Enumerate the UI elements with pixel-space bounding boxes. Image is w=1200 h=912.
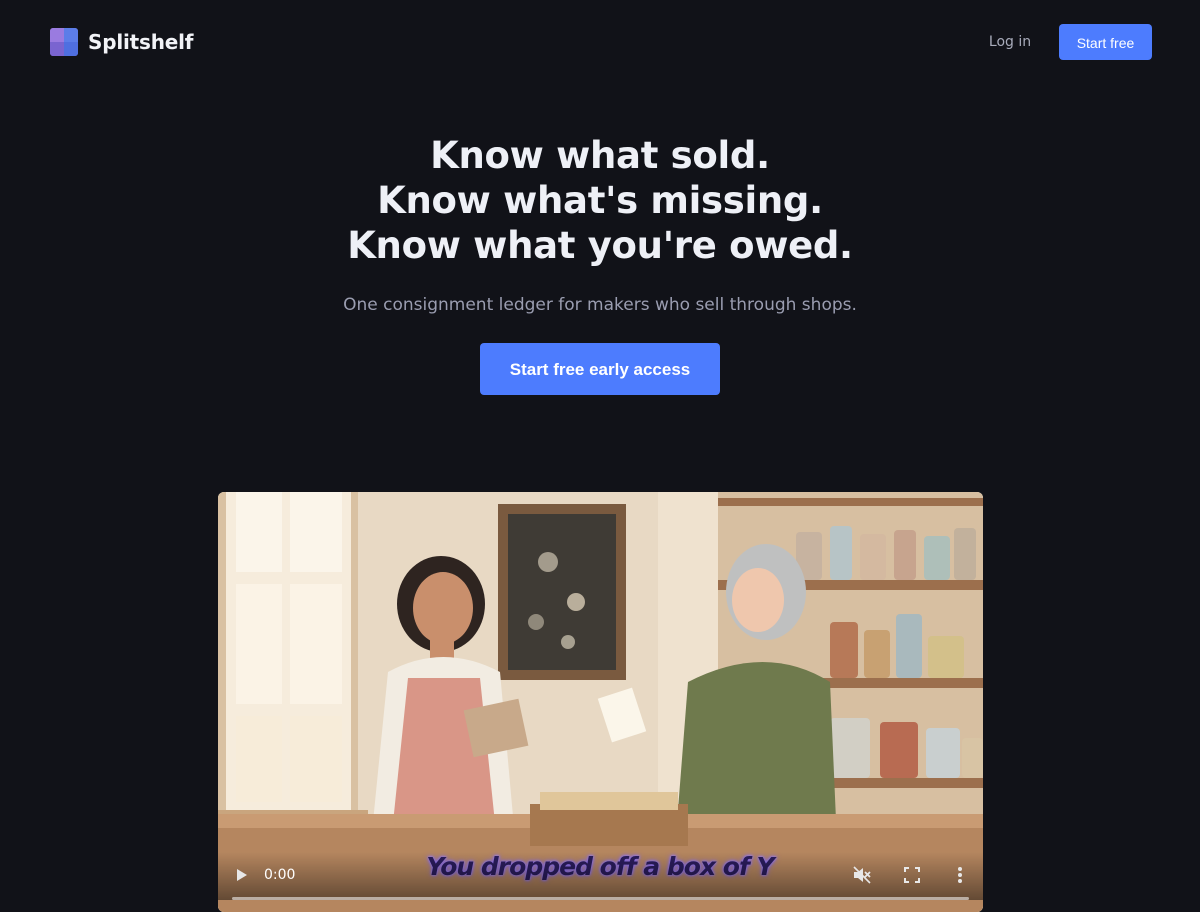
headline-line-1: Know what sold. [430,134,770,177]
headline-line-2: Know what's missing. [377,179,823,222]
video-controls: 0:00 [218,852,983,900]
hero-headline: Know what sold. Know what's missing. Kno… [0,133,1200,268]
video-frame-illustration [218,492,983,912]
play-icon[interactable] [230,864,252,886]
demo-video[interactable] [218,492,983,912]
login-link[interactable]: Log in [978,30,1042,54]
fullscreen-icon[interactable] [900,863,924,887]
volume-muted-icon[interactable] [850,863,874,887]
brand-name: Splitshelf [88,30,194,54]
hero-subtitle: One consignment ledger for makers who se… [343,295,857,315]
start-free-button[interactable]: Start free [1059,24,1152,60]
splitshelf-logo-icon [50,28,78,56]
start-early-access-button[interactable]: Start free early access [480,343,720,395]
more-vertical-icon[interactable] [948,863,972,887]
top-nav: Splitshelf Log in Start free [0,0,1200,84]
brand[interactable]: Splitshelf [50,28,193,56]
headline-line-3: Know what you're owed. [347,224,853,267]
video-time: 0:00 [264,867,296,883]
